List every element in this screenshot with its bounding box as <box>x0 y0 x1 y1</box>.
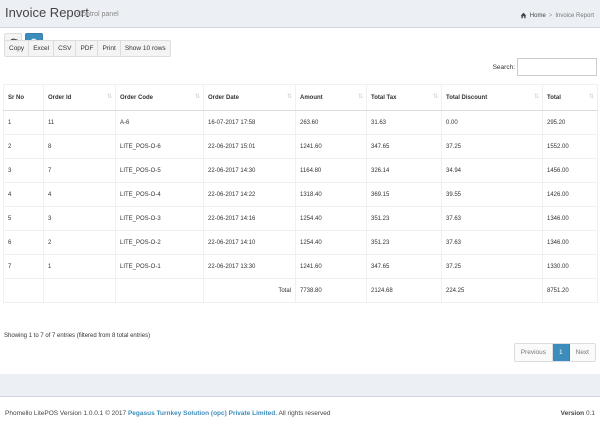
table-row: 3 7 LITE_POS-O-5 22-06-2017 14:30 1164.80 326… <box>3 158 598 183</box>
total-discount: 224.25 <box>441 278 543 303</box>
table-row: 1 11 A-6 16-07-2017 17:58 263.60 31.63 0.00 295… <box>3 110 598 135</box>
show-rows-button[interactable]: Show 10 rows <box>121 41 170 56</box>
search-label: Search: <box>492 63 515 71</box>
total-tax: 2124.68 <box>366 278 442 303</box>
print-button[interactable]: Print <box>98 41 121 56</box>
totals-label: Total <box>203 278 296 303</box>
pagination: Previous 1 Next <box>513 343 596 362</box>
breadcrumb-home[interactable]: Home <box>530 13 546 19</box>
pagination-previous[interactable]: Previous <box>514 344 553 361</box>
csv-button[interactable]: CSV <box>54 41 77 56</box>
col-header-order-id[interactable]: Order Id ⇅ <box>43 84 116 111</box>
content-header: Invoice Report Control panel Home > Invo… <box>0 0 600 27</box>
pagination-next[interactable]: Next <box>569 344 595 361</box>
sort-icon: ⇅ <box>432 94 438 100</box>
footer-copyright: Phomello LitePOS Version 1.0.0.1 © 2017 … <box>5 410 331 417</box>
table-row: 7 1 LITE_POS-O-1 22-06-2017 13:30 1241.60 347… <box>3 254 598 279</box>
footer-company-link[interactable]: Pegasus Turnkey Solution (opc) Private L… <box>128 410 277 417</box>
sort-icon: ⇅ <box>357 94 363 100</box>
table-search: Search: <box>493 58 597 76</box>
col-header-amount[interactable]: Amount ⇅ <box>295 84 367 111</box>
page-subtitle: Control panel <box>77 11 119 18</box>
excel-button[interactable]: Excel <box>29 41 55 56</box>
col-header-order-date[interactable]: Order Date ⇅ <box>203 84 296 111</box>
table-header-row: Sr No Order Id ⇅ Order Code ⇅ Order Date ⇅ … <box>3 84 598 111</box>
sort-icon: ⇅ <box>588 94 594 100</box>
col-header-sr-no[interactable]: Sr No <box>3 84 44 111</box>
table-row: 5 3 LITE_POS-O-3 22-06-2017 14:16 1254.40 351… <box>3 206 598 231</box>
pdf-button[interactable]: PDF <box>76 41 99 56</box>
col-header-total-discount[interactable]: Total Discount ⇅ <box>441 84 543 111</box>
invoice-table: Sr No Order Id ⇅ Order Code ⇅ Order Date ⇅ … <box>3 84 598 303</box>
pagination-page-1[interactable]: 1 <box>553 344 570 361</box>
table-info: Showing 1 to 7 of 7 entries (filtered fr… <box>4 333 151 339</box>
table-row: 6 2 LITE_POS-O-2 22-06-2017 14:10 1254.40 351… <box>3 230 598 255</box>
breadcrumb: Home > Invoice Report <box>520 12 594 19</box>
col-header-order-code[interactable]: Order Code ⇅ <box>115 84 204 111</box>
sort-icon: ⇅ <box>106 94 112 100</box>
table-row: 4 4 LITE_POS-O-4 22-06-2017 14:22 1318.40 369… <box>3 182 598 207</box>
footer-version: Version 0.1 <box>560 410 595 417</box>
sort-icon: ⇅ <box>533 94 539 100</box>
table-row: 2 8 LITE_POS-O-6 22-06-2017 15:01 1241.60 347… <box>3 134 598 159</box>
breadcrumb-separator: > <box>548 12 553 19</box>
page-footer: Phomello LitePOS Version 1.0.0.1 © 2017 … <box>0 396 600 430</box>
search-input[interactable] <box>517 58 597 76</box>
col-header-total[interactable]: Total ⇅ <box>542 84 598 111</box>
home-icon <box>520 12 527 19</box>
totals-row: Total 7738.80 2124.68 224.25 8751.20 <box>3 278 598 303</box>
breadcrumb-current: Invoice Report <box>555 12 594 19</box>
copy-button[interactable]: Copy <box>5 41 30 56</box>
sort-icon: ⇅ <box>194 94 200 100</box>
total-amount: 7738.80 <box>295 278 367 303</box>
grand-total: 8751.20 <box>542 278 598 303</box>
col-header-total-tax[interactable]: Total Tax ⇅ <box>366 84 442 111</box>
sort-icon: ⇅ <box>286 94 292 100</box>
export-toolbar: Copy Excel CSV PDF Print Show 10 rows <box>4 40 171 57</box>
